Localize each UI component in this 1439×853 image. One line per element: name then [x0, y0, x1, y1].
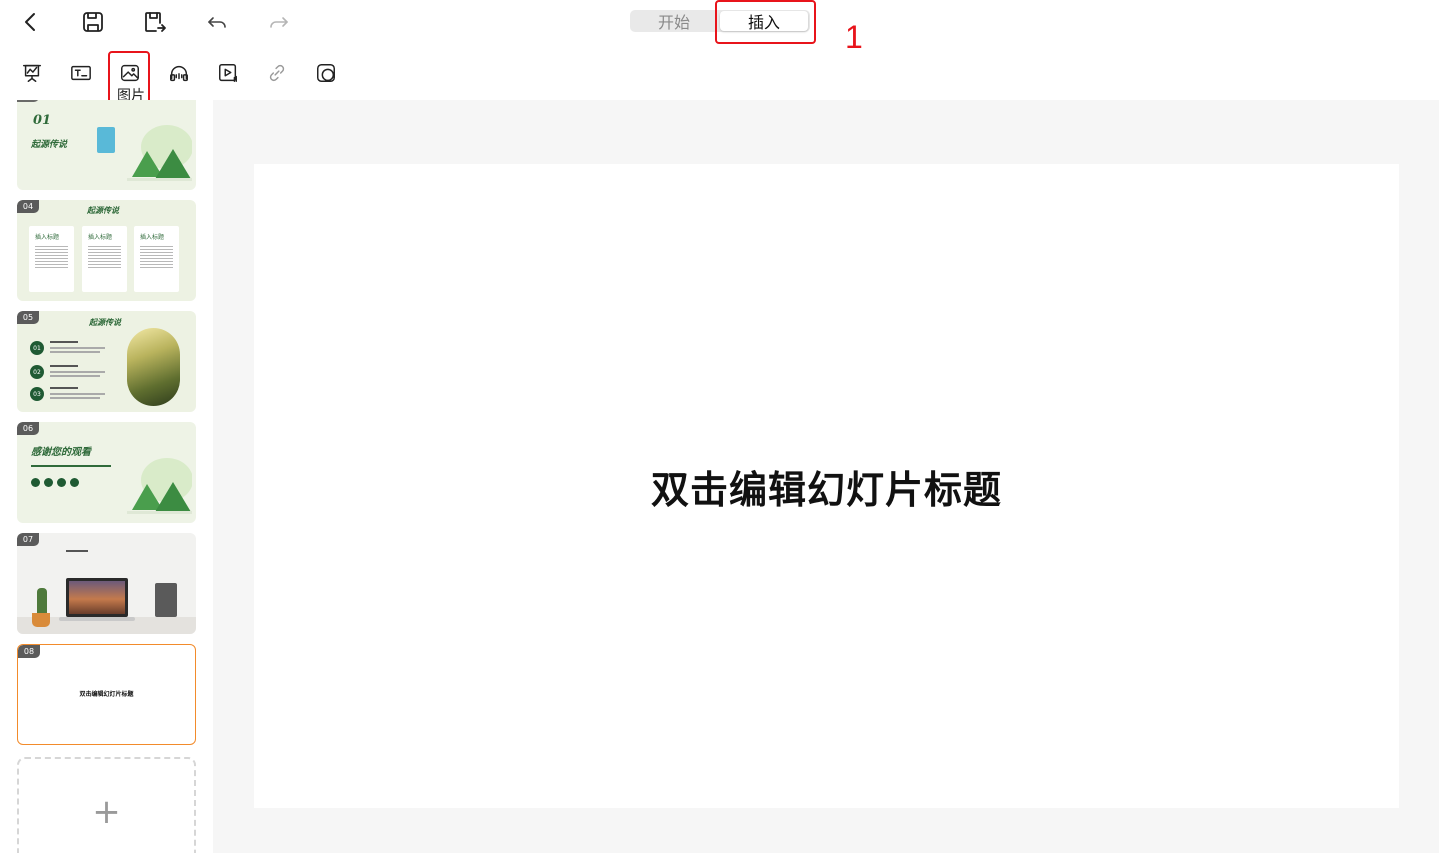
- zongzi-illustration: [127, 458, 192, 514]
- zongzi-illustration: [127, 125, 192, 181]
- bullet-number: 02: [30, 365, 44, 379]
- slide-title-placeholder[interactable]: 双击编辑幻灯片标题: [651, 459, 1002, 514]
- bullet-number: 01: [30, 341, 44, 355]
- slide-thumb-image: [97, 127, 115, 153]
- audio-icon[interactable]: [164, 58, 194, 88]
- insert-toolbar: [0, 50, 1439, 100]
- save-as-icon[interactable]: [139, 6, 171, 38]
- top-bar: 开始 插入 1: [0, 0, 1439, 55]
- slide-thumbnail[interactable]: 01 起源传说: [17, 100, 196, 190]
- slide-number-badge: 07: [17, 533, 39, 546]
- social-icons: [31, 478, 79, 487]
- slide-thumbnail[interactable]: 04 起源传说 插入标题 插入标题 插入标题: [17, 200, 196, 301]
- slide-thumb-title: 起源传说: [87, 205, 119, 215]
- ribbon-tab-switcher: 开始 插入: [630, 10, 810, 32]
- slide-thumb-title: 起源传说: [89, 317, 121, 327]
- link-icon[interactable]: [262, 58, 292, 88]
- slide-canvas[interactable]: 双击编辑幻灯片标题: [254, 164, 1399, 808]
- laptop-image: [66, 578, 128, 617]
- slide-thumbnail[interactable]: 07: [17, 533, 196, 634]
- slide-thumb-title: 双击编辑幻灯片标题: [79, 691, 134, 698]
- back-icon[interactable]: [15, 6, 47, 38]
- slide-number-badge: 08: [18, 645, 40, 658]
- slide-number-badge: [17, 100, 39, 102]
- slide-tag: 01: [33, 113, 52, 128]
- slide-thumbnail[interactable]: 06 感谢您的观看: [17, 422, 196, 523]
- bullet-number: 03: [30, 387, 44, 401]
- image-icon[interactable]: [115, 58, 145, 88]
- slide-thumb-card: 插入标题: [82, 226, 127, 292]
- slide-number-badge: 05: [17, 311, 39, 324]
- shape-icon[interactable]: [311, 58, 341, 88]
- undo-icon[interactable]: [201, 6, 233, 38]
- slide-number-badge: 04: [17, 200, 39, 213]
- textbox-icon[interactable]: [66, 58, 96, 88]
- slide-thumb-title: 感谢您的观看: [31, 447, 91, 458]
- slide-thumbnail-panel[interactable]: 01 起源传说 04 起源传说 插入标题 插入标题 插入标题 05 起源传说 0…: [0, 100, 213, 853]
- speaker-image: [155, 583, 177, 617]
- slide-thumb-card: 插入标题: [29, 226, 74, 292]
- save-icon[interactable]: [77, 6, 109, 38]
- plus-icon: +: [92, 792, 121, 832]
- forest-image: [127, 328, 180, 406]
- slide-thumb-title: 起源传说: [31, 140, 68, 150]
- slide-number-badge: 06: [17, 422, 39, 435]
- slide-thumbnail-active[interactable]: 08 双击编辑幻灯片标题: [17, 644, 196, 745]
- slide-thumb-card: 插入标题: [134, 226, 179, 292]
- slide-thumbnail[interactable]: 05 起源传说 01 02 03: [17, 311, 196, 412]
- video-icon[interactable]: [213, 58, 243, 88]
- tab-start[interactable]: 开始: [630, 10, 718, 32]
- add-slide-button[interactable]: +: [17, 757, 196, 853]
- chart-icon[interactable]: [17, 58, 47, 88]
- tab-insert[interactable]: 插入: [720, 11, 808, 32]
- editor-workspace: 双击编辑幻灯片标题: [213, 100, 1439, 853]
- redo-icon[interactable]: [263, 6, 295, 38]
